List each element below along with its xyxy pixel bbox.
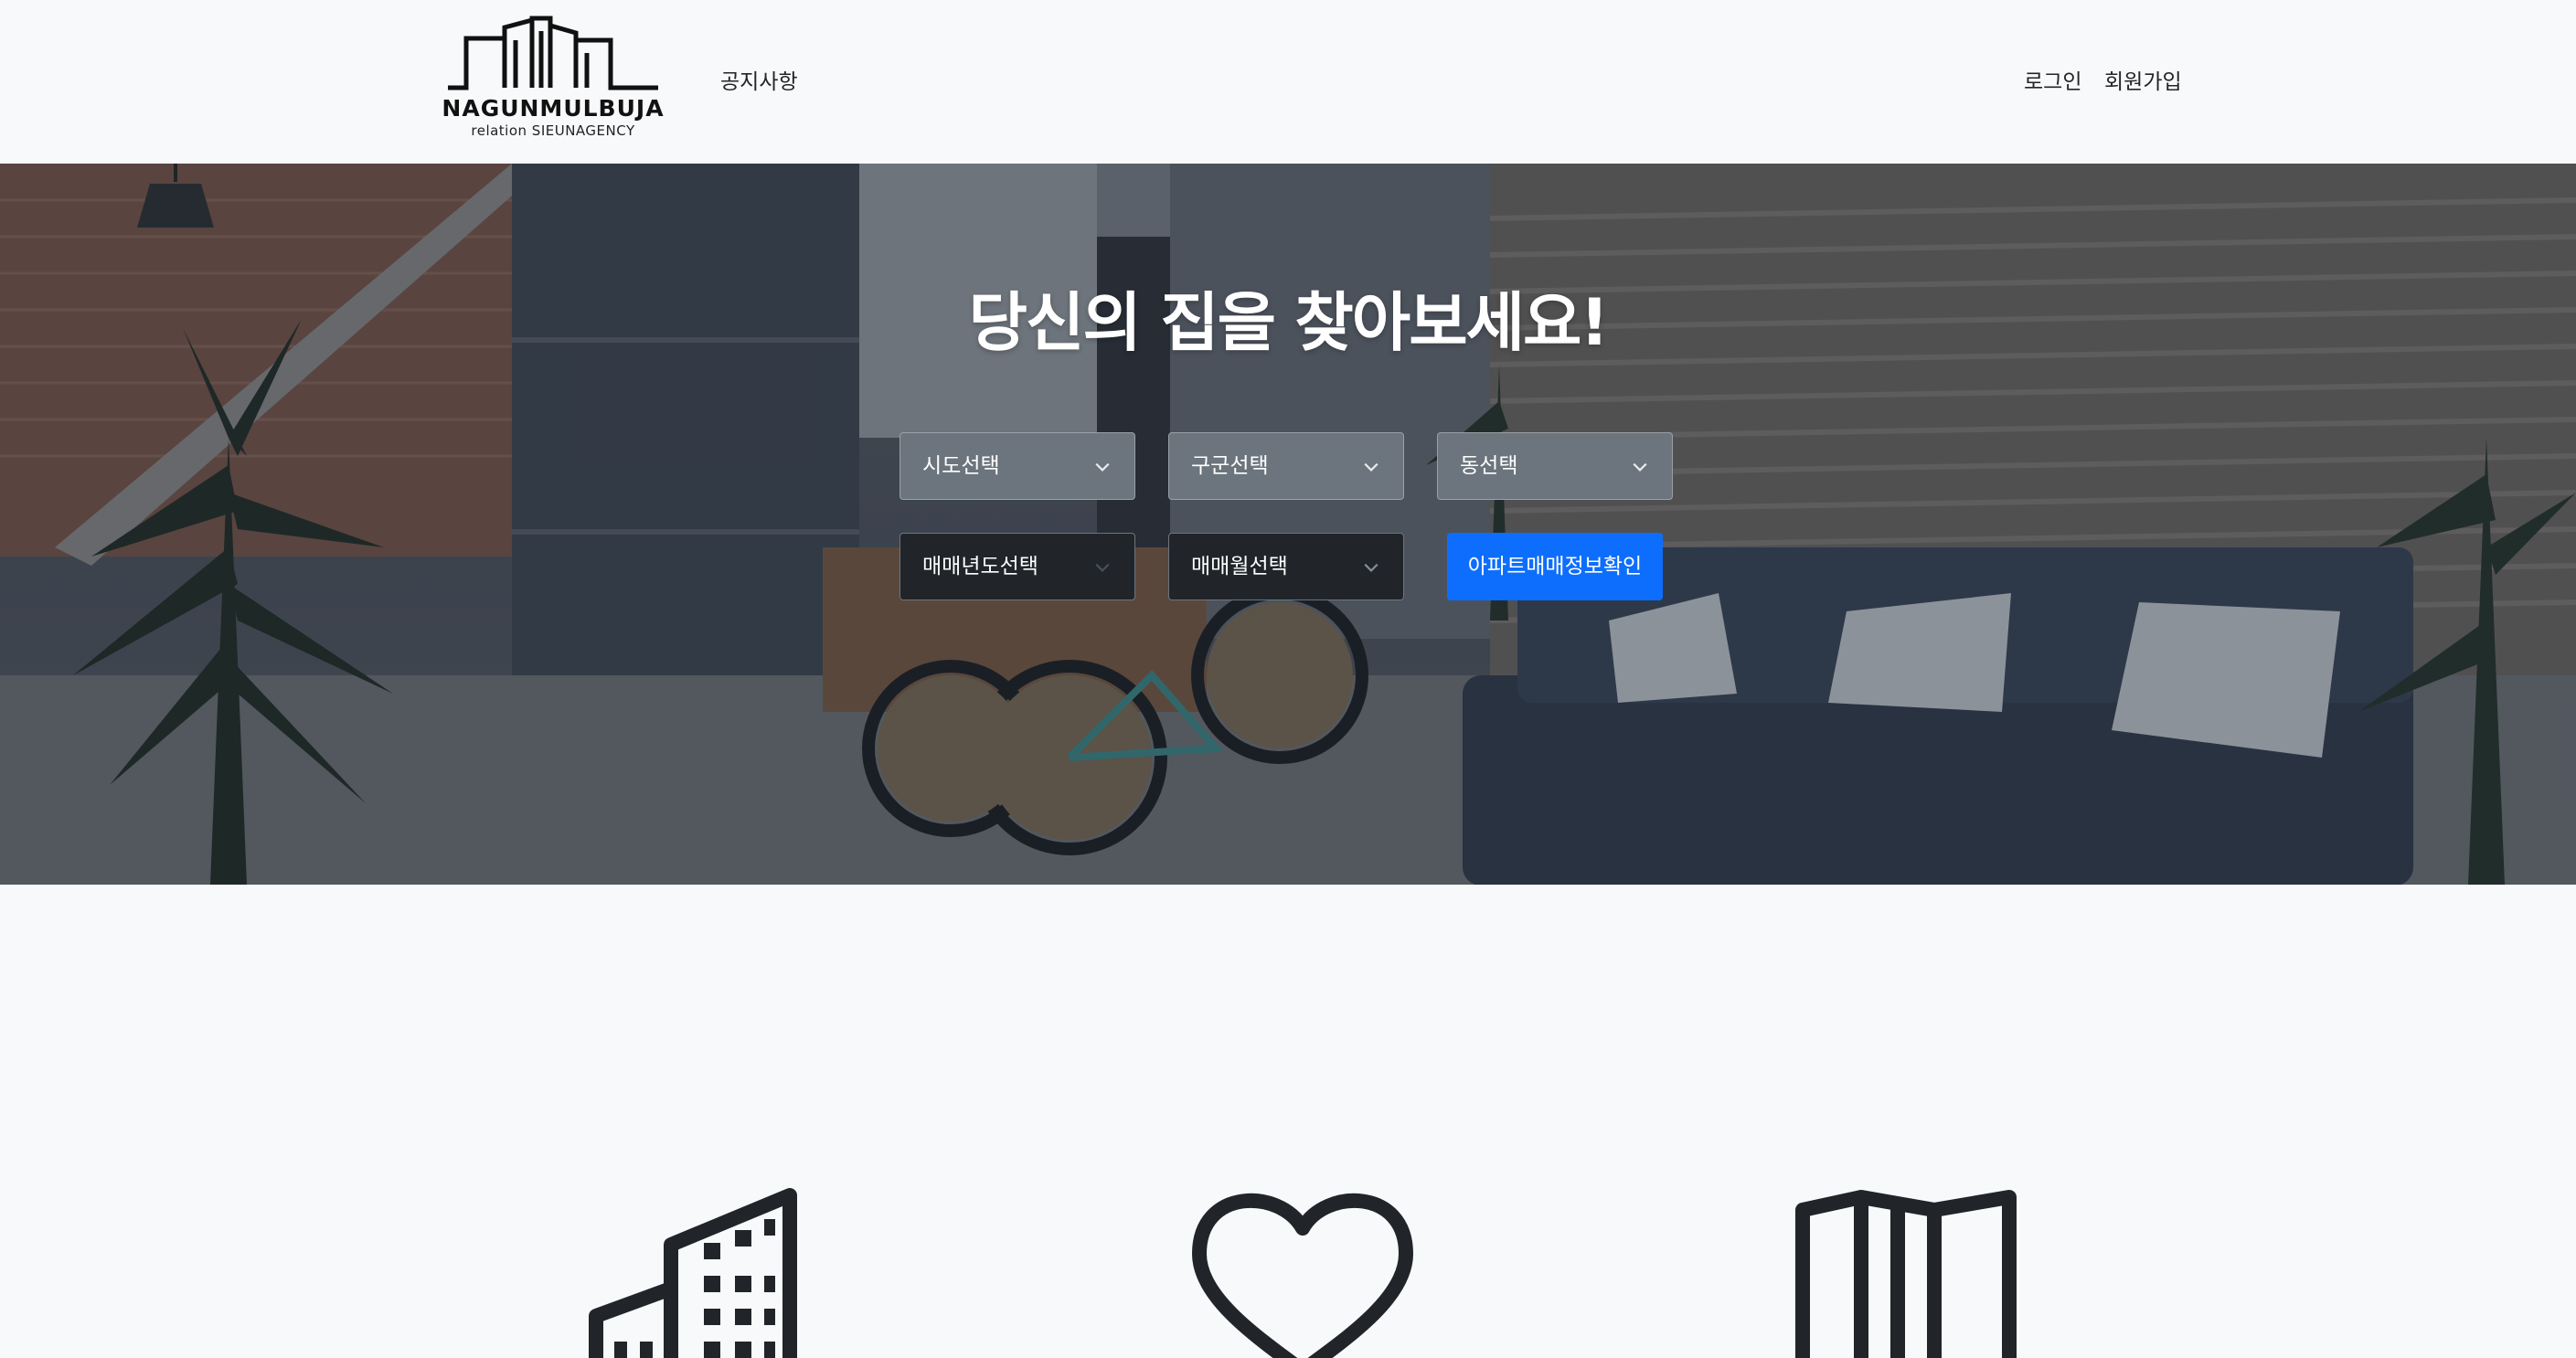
sido-select[interactable]: 시도선택 (899, 432, 1135, 500)
chevron-down-icon (1364, 563, 1378, 572)
chevron-down-icon (1095, 563, 1110, 572)
brand-name: NAGUNMULBUJA (442, 95, 665, 122)
skyline-logo-icon (448, 16, 658, 90)
month-select[interactable]: 매매월선택 (1168, 533, 1404, 600)
sido-select-label: 시도선택 (922, 454, 1000, 478)
dong-select-label: 동선택 (1460, 454, 1518, 478)
chevron-down-icon (1364, 462, 1378, 472)
hero-section: 당신의 집을 찾아보세요! 시도선택 구군선택 동선택 매매년도선택 매매월선택… (0, 164, 2576, 885)
brand-logo[interactable]: NAGUNMULBUJA relation SIEUNAGENCY (430, 13, 676, 141)
navbar: NAGUNMULBUJA relation SIEUNAGENCY 공지사항 로… (0, 0, 2576, 164)
year-select-label: 매매년도선택 (922, 555, 1038, 578)
gugun-select-label: 구군선택 (1191, 454, 1269, 478)
dong-select[interactable]: 동선택 (1437, 432, 1673, 500)
chevron-down-icon (1095, 462, 1110, 472)
nav-signup-link[interactable]: 회원가입 (2104, 64, 2182, 95)
brand-subtitle: relation SIEUNAGENCY (471, 122, 635, 139)
heart-icon (1192, 1193, 1413, 1358)
month-select-label: 매매월선택 (1191, 555, 1288, 578)
apartment-search-button[interactable]: 아파트매매정보확인 (1447, 533, 1663, 600)
chevron-down-icon (1633, 462, 1647, 472)
building-icon (589, 1188, 797, 1358)
year-select[interactable]: 매매년도선택 (899, 533, 1135, 600)
nav-notice-link[interactable]: 공지사항 (720, 64, 798, 95)
map-icon (1795, 1190, 2017, 1358)
gugun-select[interactable]: 구군선택 (1168, 432, 1404, 500)
hero-title: 당신의 집을 찾아보세요! (968, 285, 1610, 360)
nav-login-link[interactable]: 로그인 (2024, 64, 2081, 95)
